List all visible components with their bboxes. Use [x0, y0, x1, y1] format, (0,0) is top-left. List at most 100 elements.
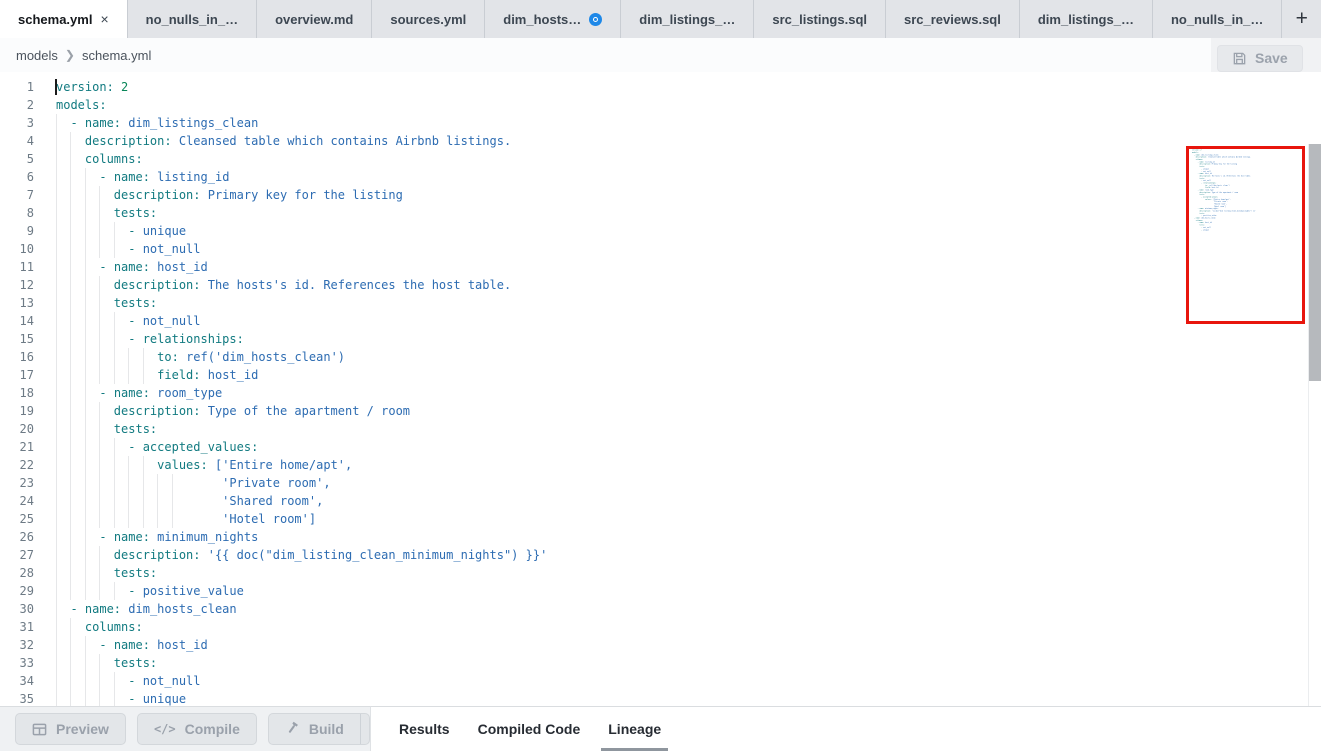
code-line[interactable]: 15 - relationships: — [0, 330, 1180, 348]
code-line[interactable]: 2models: — [0, 96, 1180, 114]
line-number: 13 — [0, 294, 34, 312]
code-line[interactable]: 17 field: host_id — [0, 366, 1180, 384]
file-tab-src_reviews.sql[interactable]: src_reviews.sql — [886, 0, 1020, 38]
code-line[interactable]: 3 - name: dim_listings_clean — [0, 114, 1180, 132]
code-line[interactable]: 5 columns: — [0, 150, 1180, 168]
unsaved-changes-icon[interactable] — [589, 13, 602, 26]
file-tab-schema.yml[interactable]: schema.yml × — [0, 0, 128, 38]
file-tab-dim_listings_[interactable]: dim_listings_… — [621, 0, 754, 38]
hammer-icon — [285, 720, 300, 738]
bottom-panel: Preview </> Compile Build — [0, 706, 1321, 751]
code-line[interactable]: 33 tests: — [0, 654, 1180, 672]
line-number: 21 — [0, 438, 34, 456]
breadcrumb-item-models[interactable]: models — [16, 48, 58, 63]
build-button-group: Build — [268, 713, 370, 745]
code-line[interactable]: 16 to: ref('dim_hosts_clean') — [0, 348, 1180, 366]
code-line[interactable]: 7 description: Primary key for the listi… — [0, 186, 1180, 204]
code-line[interactable]: 32 - name: host_id — [0, 636, 1180, 654]
line-number: 27 — [0, 546, 34, 564]
code-line[interactable]: 30 - name: dim_hosts_clean — [0, 600, 1180, 618]
line-number: 15 — [0, 330, 34, 348]
file-tab-sources.yml[interactable]: sources.yml — [372, 0, 485, 38]
file-tab-label: no_nulls_in_… — [1171, 12, 1263, 27]
file-tab-no_nulls_in_[interactable]: no_nulls_in_… — [1153, 0, 1282, 38]
code-line[interactable]: 18 - name: room_type — [0, 384, 1180, 402]
line-number: 33 — [0, 654, 34, 672]
text-cursor — [55, 79, 57, 95]
code-line[interactable]: 11 - name: host_id — [0, 258, 1180, 276]
code-line[interactable]: 20 tests: — [0, 420, 1180, 438]
minimap[interactable]: version: 2models: - name: dim_listings_c… — [1192, 149, 1304, 321]
line-number: 31 — [0, 618, 34, 636]
line-number: 30 — [0, 600, 34, 618]
code-line[interactable]: 9 - unique — [0, 222, 1180, 240]
line-number: 28 — [0, 564, 34, 582]
tab-lineage[interactable]: Lineage — [608, 707, 661, 751]
line-number: 16 — [0, 348, 34, 366]
line-number: 22 — [0, 456, 34, 474]
file-tab-label: src_reviews.sql — [904, 12, 1001, 27]
line-number: 34 — [0, 672, 34, 690]
code-line[interactable]: 13 tests: — [0, 294, 1180, 312]
code-line[interactable]: 24 'Shared room', — [0, 492, 1180, 510]
code-line[interactable]: 21 - accepted_values: — [0, 438, 1180, 456]
code-line[interactable]: 23 'Private room', — [0, 474, 1180, 492]
file-tab-no_nulls_in_[interactable]: no_nulls_in_… — [128, 0, 257, 38]
line-number: 10 — [0, 240, 34, 258]
file-tab-dim_listings_[interactable]: dim_listings_… — [1020, 0, 1153, 38]
code-line[interactable]: 35 - unique — [0, 690, 1180, 706]
file-tab-label: schema.yml — [18, 12, 92, 27]
editor-action-buttons: Preview </> Compile Build — [0, 706, 371, 751]
file-tab-label: dim_listings_… — [1038, 12, 1134, 27]
code-line[interactable]: 29 - positive_value — [0, 582, 1180, 600]
line-number: 8 — [0, 204, 34, 222]
code-line[interactable]: 6 - name: listing_id — [0, 168, 1180, 186]
build-dropdown-button[interactable] — [360, 714, 370, 744]
line-number: 14 — [0, 312, 34, 330]
file-tab-label: dim_listings_… — [639, 12, 735, 27]
code-line[interactable]: 34 - not_null — [0, 672, 1180, 690]
line-number: 24 — [0, 492, 34, 510]
results-panel-tabs: Results Compiled Code Lineage — [371, 706, 1321, 751]
code-line[interactable]: 12 description: The hosts's id. Referenc… — [0, 276, 1180, 294]
line-number: 20 — [0, 420, 34, 438]
code-line[interactable]: 14 - not_null — [0, 312, 1180, 330]
code-line[interactable]: 1version: 2 — [0, 78, 1180, 96]
compile-button[interactable]: </> Compile — [137, 713, 257, 745]
new-tab-button[interactable]: + — [1282, 0, 1321, 38]
line-number: 4 — [0, 132, 34, 150]
file-tab-dim_hosts[interactable]: dim_hosts… — [485, 0, 621, 38]
tab-results[interactable]: Results — [399, 707, 450, 751]
chevron-right-icon: ❯ — [65, 48, 75, 62]
code-line[interactable]: 27 description: '{{ doc("dim_listing_cle… — [0, 546, 1180, 564]
line-number: 35 — [0, 690, 34, 706]
close-icon[interactable]: × — [100, 12, 108, 26]
table-icon — [32, 722, 47, 737]
save-button[interactable]: Save — [1217, 45, 1303, 72]
code-line[interactable]: 22 values: ['Entire home/apt', — [0, 456, 1180, 474]
line-number: 18 — [0, 384, 34, 402]
build-button[interactable]: Build — [269, 714, 360, 744]
line-number: 17 — [0, 366, 34, 384]
save-icon — [1232, 51, 1247, 66]
code-line[interactable]: 4 description: Cleansed table which cont… — [0, 132, 1180, 150]
file-tab-overview.md[interactable]: overview.md — [257, 0, 372, 38]
line-number: 2 — [0, 96, 34, 114]
code-line[interactable]: 31 columns: — [0, 618, 1180, 636]
code-line[interactable]: 8 tests: — [0, 204, 1180, 222]
file-tab-label: no_nulls_in_… — [146, 12, 238, 27]
file-tab-src_listings.sql[interactable]: src_listings.sql — [754, 0, 886, 38]
code-line[interactable]: 26 - name: minimum_nights — [0, 528, 1180, 546]
code-line[interactable]: 28 tests: — [0, 564, 1180, 582]
code-line[interactable]: 10 - not_null — [0, 240, 1180, 258]
code-line[interactable]: 19 description: Type of the apartment / … — [0, 402, 1180, 420]
code-line[interactable]: 25 'Hotel room'] — [0, 510, 1180, 528]
editor-scrollbar[interactable] — [1309, 144, 1321, 381]
tab-compiled-code[interactable]: Compiled Code — [478, 707, 581, 751]
file-tab-label: dim_hosts… — [503, 12, 581, 27]
breadcrumb: models ❯ schema.yml — [0, 38, 1321, 72]
file-tab-label: overview.md — [275, 12, 353, 27]
line-number: 7 — [0, 186, 34, 204]
preview-button[interactable]: Preview — [15, 713, 126, 745]
code-editor[interactable]: 1version: 22models:3 - name: dim_listing… — [0, 72, 1321, 706]
